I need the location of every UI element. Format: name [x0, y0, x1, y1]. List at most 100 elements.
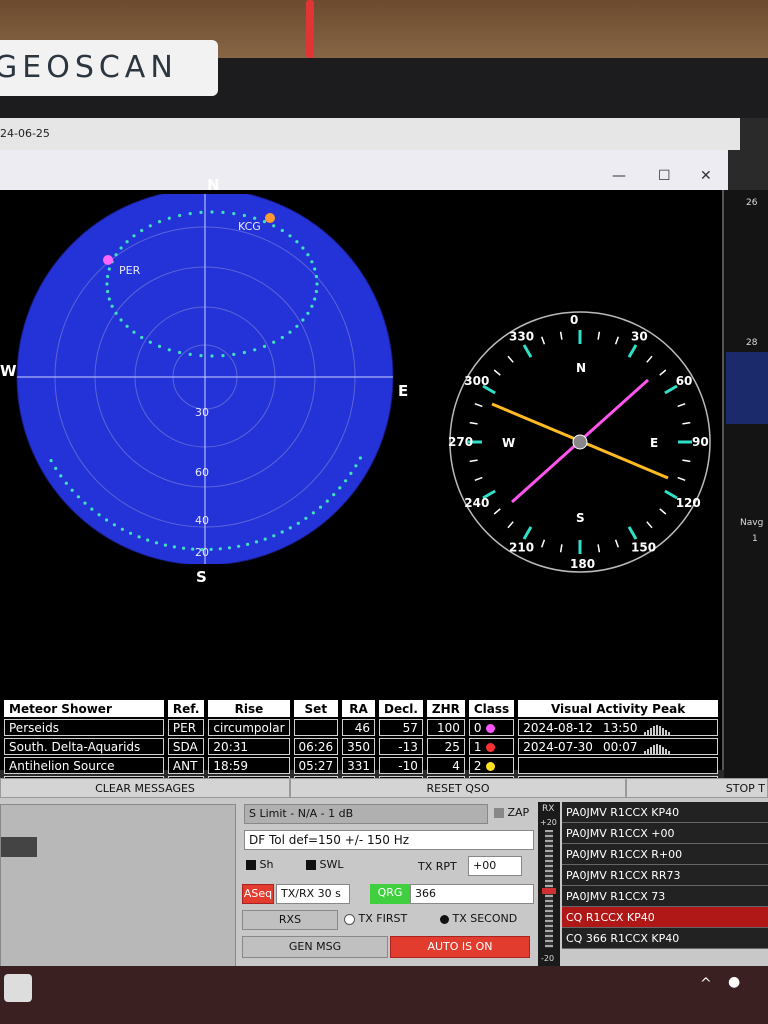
radiant-dot: [105, 282, 109, 286]
rx-slider[interactable]: [542, 888, 556, 894]
app-icon[interactable]: [4, 974, 32, 1002]
gen-msg-button[interactable]: GEN MSG: [242, 936, 388, 958]
compass-degree-label: 210: [509, 541, 534, 555]
swl-checkbox[interactable]: SWL: [306, 858, 344, 871]
radiant-dot: [253, 348, 257, 352]
radiant-dot: [246, 542, 250, 546]
radiant-dot: [54, 466, 58, 470]
antenna-compass: 0 30 60 90 120 150 180 210 240 270 300 330 N E S W: [448, 311, 711, 573]
zap-checkbox[interactable]: ZAP: [494, 806, 534, 819]
radiant-dot: [272, 534, 276, 538]
sh-checkbox[interactable]: Sh: [246, 858, 273, 871]
tx-first-label: TX FIRST: [358, 912, 408, 925]
tx-second-label: TX SECOND: [452, 912, 518, 925]
message-item[interactable]: CQ R1CCX KP40: [562, 907, 768, 928]
th-name: Meteor Shower: [4, 700, 164, 717]
td-ref: PER: [167, 719, 205, 736]
compass-w: W: [502, 436, 515, 450]
class-dot: [485, 761, 495, 771]
radiant-dot: [296, 521, 300, 525]
ring-label-40: 40: [195, 514, 209, 527]
df-tol-select[interactable]: DF Tol def=150 +/- 150 Hz: [244, 830, 534, 850]
radiant-dot: [199, 354, 203, 358]
minimize-button[interactable]: —: [612, 168, 626, 184]
radiant-dot: [64, 481, 68, 485]
radiant-dot: [125, 240, 129, 244]
radiant-dot: [172, 545, 176, 549]
qrg-button[interactable]: QRG: [370, 884, 410, 904]
radiant-dot: [315, 282, 319, 286]
message-item[interactable]: PA0JMV R1CCX RR73: [562, 865, 768, 886]
rx-level-meter: RX +20 -20: [538, 802, 560, 966]
compass-degree-label: 150: [631, 541, 656, 555]
radiant-dot: [288, 526, 292, 530]
radiant-dot: [304, 516, 308, 520]
left-spinner[interactable]: [1, 837, 37, 857]
chevron-up-icon[interactable]: ^: [700, 976, 712, 992]
rxs-button[interactable]: RXS: [242, 910, 338, 930]
radiant-dot: [83, 501, 87, 505]
compass-degree-label: 240: [464, 496, 489, 510]
maximize-button[interactable]: ☐: [658, 168, 671, 184]
reset-qso-button[interactable]: RESET QSO: [290, 778, 626, 798]
sky-north-label: N: [207, 176, 220, 194]
left-controls: [0, 804, 236, 968]
microphone-icon[interactable]: ●: [728, 974, 740, 990]
radiant-dot: [313, 297, 317, 301]
per-marker[interactable]: [103, 255, 113, 265]
aseq-button[interactable]: ASeq: [242, 884, 274, 904]
td-rise: 18:59: [208, 757, 290, 774]
message-item[interactable]: PA0JMV R1CCX R+00: [562, 844, 768, 865]
tx-second-radio[interactable]: TX SECOND: [440, 912, 517, 925]
message-item[interactable]: CQ 366 R1CCX KP40: [562, 928, 768, 949]
tx-rpt-field[interactable]: +00: [468, 856, 522, 876]
th-decl: Decl.: [379, 700, 423, 717]
s-limit-select[interactable]: S Limit - N/A - 1 dB: [244, 804, 488, 824]
tx-first-radio[interactable]: TX FIRST: [344, 912, 407, 925]
radiant-dot: [106, 274, 110, 279]
meteor-window: N E W S 30 60 40 20 PER KCG 0 30 60 90 1…: [0, 176, 724, 812]
radiant-dot: [262, 220, 267, 224]
taskbar: ^ ●: [0, 966, 768, 1024]
td-name: South. Delta-Aquarids: [4, 738, 164, 755]
qrg-field[interactable]: 366: [410, 884, 534, 904]
compass-degree-label: 270: [448, 435, 473, 449]
radiant-dot: [154, 541, 159, 545]
compass-degree-label: 90: [692, 435, 709, 449]
message-item[interactable]: PA0JMV R1CCX +00: [562, 823, 768, 844]
peak-date: 2024-07-30: [523, 739, 593, 754]
table-row[interactable]: Antihelion Source ANT 18:59 05:27 331 -10 4 2: [4, 757, 718, 774]
auto-button[interactable]: AUTO IS ON: [390, 936, 530, 958]
td-class: 0: [468, 719, 515, 736]
stop-tx-button[interactable]: STOP T: [626, 778, 768, 798]
ring-label-60: 60: [195, 466, 209, 479]
message-item[interactable]: PA0JMV R1CCX 73: [562, 886, 768, 907]
radiant-dot: [97, 513, 101, 517]
td-rise: circumpolar: [208, 719, 290, 736]
radiant-dot: [107, 267, 111, 271]
close-button[interactable]: ✕: [700, 168, 712, 184]
radiant-dot: [232, 212, 236, 216]
radiant-dot: [90, 507, 94, 511]
txrx-select[interactable]: TX/RX 30 s: [276, 884, 350, 904]
radiant-dot: [132, 234, 136, 238]
radiant-dot: [114, 253, 118, 257]
control-panel: CLEAR MESSAGES RESET QSO STOP T S Limit …: [0, 778, 768, 978]
td-name: Antihelion Source: [4, 757, 164, 774]
table-row[interactable]: Perseids PER circumpolar 46 57 100 0 2024-08-12…: [4, 719, 718, 736]
side-nav-label: Navg: [740, 518, 764, 528]
radiant-dot: [119, 246, 123, 250]
date-fragment: 24-06-25: [0, 127, 50, 140]
radiant-dot: [218, 547, 222, 551]
clear-messages-button[interactable]: CLEAR MESSAGES: [0, 778, 290, 798]
radiant-dot: [301, 318, 305, 322]
radiant-dot: [295, 240, 299, 244]
radiant-dot: [178, 213, 182, 218]
kcg-marker[interactable]: [265, 213, 275, 223]
td-set: 05:27: [293, 757, 339, 774]
radiant-dot: [338, 486, 342, 490]
message-item[interactable]: PA0JMV R1CCX KP40: [562, 802, 768, 823]
radiant-dot: [262, 344, 267, 348]
table-row[interactable]: South. Delta-Aquarids SDA 20:31 06:26 350 -13…: [4, 738, 718, 755]
radiant-dot: [288, 330, 292, 334]
